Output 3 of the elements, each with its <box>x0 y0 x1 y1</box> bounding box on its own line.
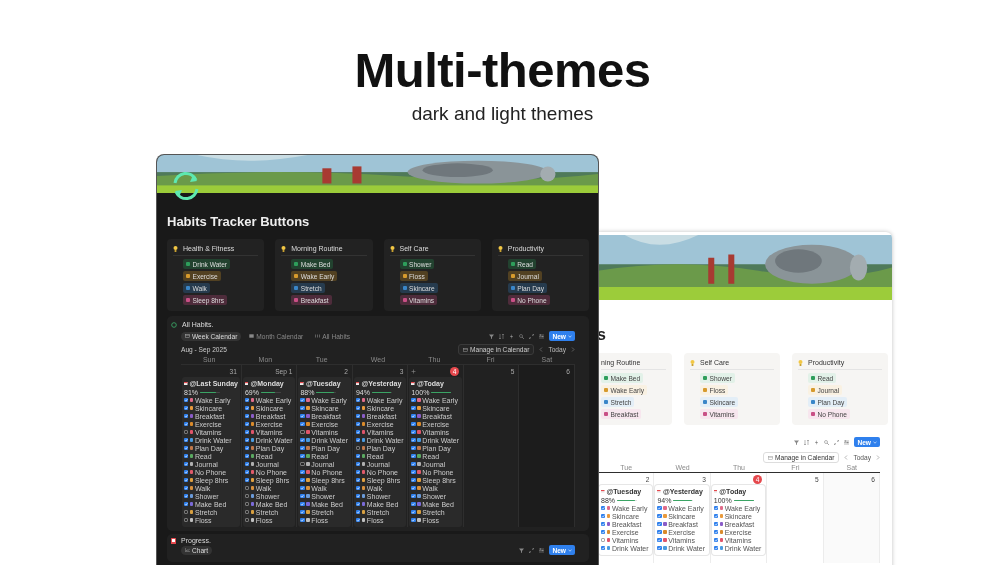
hero-subtitle: dark and light themes <box>411 102 594 126</box>
page-title: Habits Tracker Buttons <box>167 214 311 230</box>
hero-title: Multi-themes <box>354 42 651 99</box>
